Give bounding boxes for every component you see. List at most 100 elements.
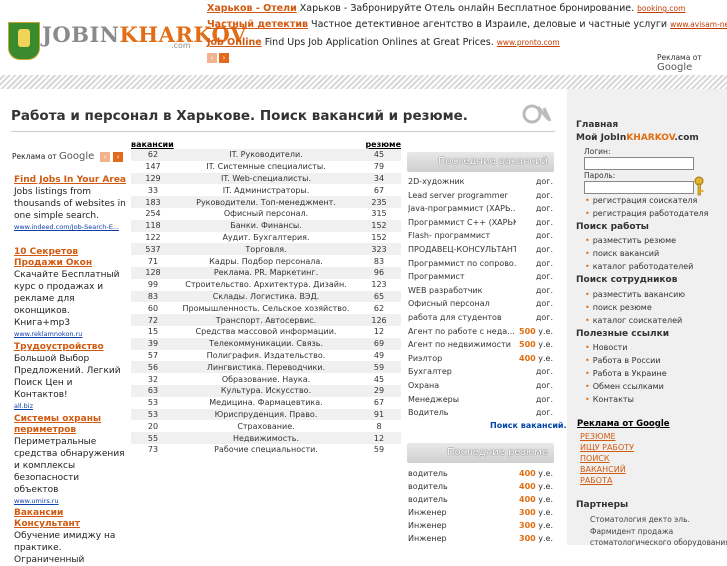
ad-link-find-job[interactable]: ИЩУ РАБОТУ: [580, 443, 634, 452]
resume-count[interactable]: 123: [357, 279, 401, 291]
category-name[interactable]: IT. Руководители.: [175, 149, 357, 161]
work-ukraine-link[interactable]: Работа в Украине: [585, 369, 667, 378]
item-title[interactable]: водитель: [408, 482, 448, 491]
item-title[interactable]: ПРОДАВЕЦ-КОНСУЛЬТАНТ в...: [408, 245, 516, 254]
vacancy-count[interactable]: 57: [131, 350, 175, 362]
resume-count[interactable]: 59: [357, 361, 401, 374]
category-name[interactable]: IT. Администраторы.: [175, 184, 357, 196]
vacancy-count[interactable]: 83: [131, 290, 175, 303]
category-name[interactable]: Склады. Логистика. ВЭД.: [175, 290, 357, 303]
resume-count[interactable]: 323: [357, 243, 401, 256]
vacancy-count[interactable]: 99: [131, 279, 175, 291]
resume-count[interactable]: 67: [357, 397, 401, 409]
item-title[interactable]: Офисный персонал: [408, 299, 490, 308]
resume-count[interactable]: 12: [357, 326, 401, 338]
category-name[interactable]: Медицина. Фармацевтика.: [175, 397, 357, 409]
resume-item[interactable]: водитель 400 у.е.: [407, 469, 554, 482]
top-ad-url[interactable]: booking.com: [637, 4, 685, 13]
category-name[interactable]: Кадры. Подбор персонала.: [175, 255, 357, 267]
vacancy-item[interactable]: работа для студентов дог.: [407, 313, 554, 326]
seekers-catalog-link[interactable]: каталог соискателей: [585, 316, 683, 325]
vacancy-count[interactable]: 60: [131, 302, 175, 314]
vacancy-count[interactable]: 53: [131, 397, 175, 409]
register-seeker-link[interactable]: регистрация соискателя: [585, 196, 698, 205]
resume-count[interactable]: 62: [357, 302, 401, 314]
vacancy-count[interactable]: 537: [131, 243, 175, 256]
item-title[interactable]: Инженер: [408, 534, 447, 543]
item-title[interactable]: Программист С++ (ХАРЬК...: [408, 218, 516, 227]
vacancy-item[interactable]: Java-программист (ХАРЬ... дог.: [407, 204, 554, 217]
item-title[interactable]: Инженер: [408, 521, 447, 530]
find-resume-link[interactable]: поиск резюме: [585, 303, 652, 312]
resume-count[interactable]: 126: [357, 314, 401, 326]
nav-my-account[interactable]: Мой JobInKHARKOV.com: [576, 133, 699, 143]
ad-link-vacancies[interactable]: ВАКАНСИЙ: [580, 465, 626, 474]
ad-link-resume[interactable]: РЕЗЮМЕ: [580, 432, 616, 441]
resume-count[interactable]: 67: [357, 184, 401, 196]
item-title[interactable]: водитель: [408, 469, 448, 478]
left-ad-title[interactable]: Системы охраны периметров: [14, 414, 126, 436]
left-ad-next-button[interactable]: ›: [113, 152, 123, 162]
item-title[interactable]: Flash- программист: [408, 231, 490, 240]
password-input[interactable]: [584, 181, 694, 194]
vacancy-item[interactable]: Бухгалтер дог.: [407, 367, 554, 380]
resume-count[interactable]: 152: [357, 219, 401, 232]
ads-by-google-label[interactable]: Реклама от Google: [577, 419, 670, 429]
vacancy-count[interactable]: 73: [131, 444, 175, 456]
vacancy-count[interactable]: 20: [131, 420, 175, 432]
category-name[interactable]: Юриспруденция. Право.: [175, 408, 357, 421]
login-input[interactable]: [584, 157, 694, 170]
vacancy-count[interactable]: 128: [131, 266, 175, 279]
employers-catalog-link[interactable]: каталог работодателей: [585, 262, 694, 271]
vacancy-item[interactable]: Программист С++ (ХАРЬК... дог.: [407, 218, 554, 231]
work-russia-link[interactable]: Работа в России: [585, 356, 661, 365]
category-name[interactable]: Аудит. Бухгалтерия.: [175, 232, 357, 244]
top-ad-title[interactable]: Частный детектив: [207, 19, 308, 30]
resume-count[interactable]: 49: [357, 350, 401, 362]
ad-next-button[interactable]: ›: [219, 53, 229, 63]
vacancy-search-link[interactable]: Поиск вакансий.: [490, 421, 567, 430]
resume-count[interactable]: 69: [357, 337, 401, 350]
vacancy-item[interactable]: Риэлтор 400 у.е.: [407, 354, 554, 367]
resume-count[interactable]: 59: [357, 444, 401, 456]
resume-count[interactable]: 83: [357, 255, 401, 267]
vacancy-item[interactable]: Менеджеры дог.: [407, 395, 554, 408]
key-icon[interactable]: [693, 176, 705, 196]
vacancy-item[interactable]: WEB разработчик дог.: [407, 286, 554, 299]
resume-count[interactable]: 91: [357, 408, 401, 421]
vacancy-item[interactable]: Агент по работе с неда... 500 у.е.: [407, 327, 554, 340]
category-name[interactable]: Промышленность. Сельское хозяйство.: [175, 302, 357, 314]
item-title[interactable]: водитель: [408, 495, 448, 504]
category-name[interactable]: Офисный персонал.: [175, 208, 357, 220]
vacancy-count[interactable]: 254: [131, 208, 175, 220]
vacancy-item[interactable]: Охрана дог.: [407, 381, 554, 394]
item-title[interactable]: Lead server programmer: [408, 191, 508, 200]
resume-count[interactable]: 96: [357, 266, 401, 279]
resume-count[interactable]: 29: [357, 384, 401, 397]
category-name[interactable]: Лингвистика. Переводчики.: [175, 361, 357, 374]
left-ad-url[interactable]: www.indeed.com/Job-Search-E...: [14, 223, 126, 231]
category-name[interactable]: Банки. Финансы.: [175, 219, 357, 232]
item-title[interactable]: Java-программист (ХАРЬ...: [408, 204, 516, 213]
vacancy-count[interactable]: 56: [131, 361, 175, 374]
vacancy-count[interactable]: 53: [131, 408, 175, 421]
vacancy-count[interactable]: 71: [131, 255, 175, 267]
vacancy-count[interactable]: 39: [131, 337, 175, 350]
column-header-resumes[interactable]: резюме: [357, 139, 401, 149]
partner-link[interactable]: Фармидент продажа: [590, 527, 673, 536]
item-title[interactable]: Водитель: [408, 408, 449, 417]
news-link[interactable]: Новости: [585, 343, 628, 352]
top-ad-url[interactable]: www.avisam-netz.co.il: [670, 20, 727, 29]
item-title[interactable]: Риэлтор: [408, 354, 442, 363]
category-name[interactable]: Средства массовой информации.: [175, 326, 357, 338]
ad-link-search[interactable]: ПОИСК: [580, 454, 610, 463]
left-ad-url[interactable]: www.reklamnokon.ru: [14, 330, 126, 338]
vacancy-count[interactable]: 147: [131, 161, 175, 173]
vacancy-item[interactable]: Flash- программист дог.: [407, 231, 554, 244]
ad-prev-button[interactable]: ‹: [207, 53, 217, 63]
vacancy-item[interactable]: Водитель дог.: [407, 408, 554, 421]
top-ad-title[interactable]: Job Online: [207, 37, 262, 48]
resume-count[interactable]: 12: [357, 432, 401, 444]
item-title[interactable]: Бухгалтер: [408, 367, 452, 376]
category-name[interactable]: IT. Системные специалисты.: [175, 161, 357, 173]
